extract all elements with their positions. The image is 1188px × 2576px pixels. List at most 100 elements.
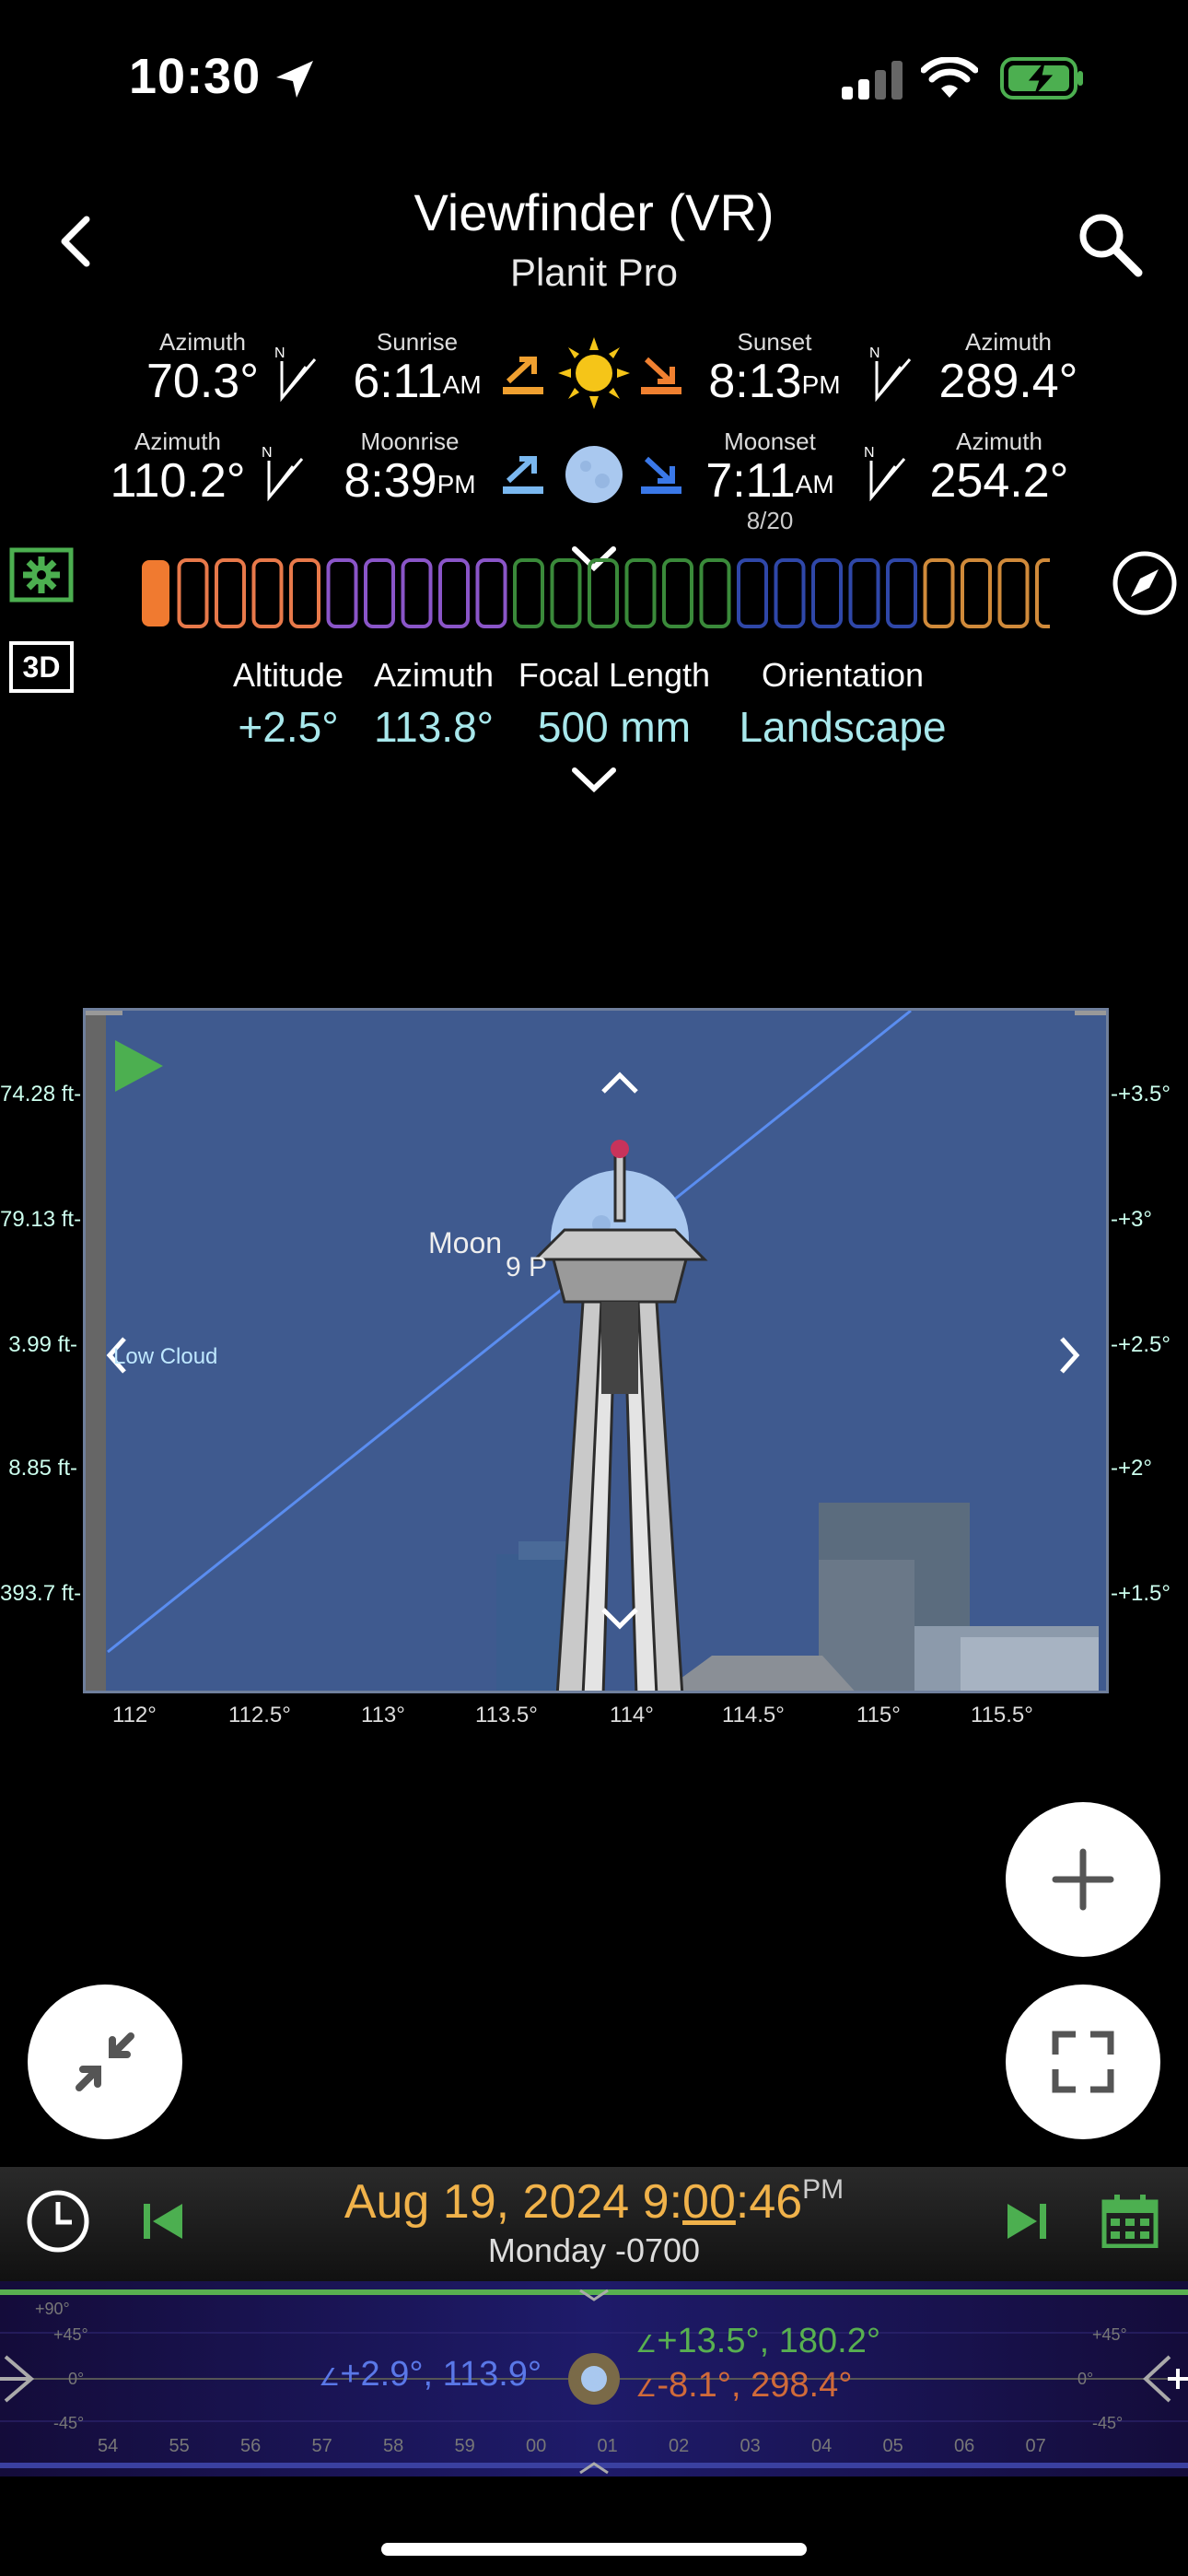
orientation-label: Orientation — [761, 656, 925, 694]
sunset-arrow-icon — [641, 357, 681, 394]
focal-length-value[interactable]: 500 mm — [508, 702, 720, 752]
orientation-value[interactable]: Landscape — [728, 702, 958, 752]
twilight-segment — [215, 558, 246, 628]
moonset: Moonset 7:11AM 8/20 — [696, 427, 844, 534]
twilight-segment — [624, 558, 657, 628]
twilight-segment — [848, 558, 880, 628]
sunset-azimuth: Azimuth 289.4° — [930, 328, 1087, 407]
twilight-segment — [251, 558, 284, 628]
sun-position: ∠+2.9°, 113.9° — [319, 2355, 542, 2394]
play-icon[interactable] — [115, 1040, 163, 1092]
x-tick-2: 113° — [361, 1703, 405, 1727]
moon-position: ∠+13.5°, 180.2° — [635, 2322, 881, 2360]
settings-gear-icon[interactable] — [9, 547, 74, 603]
sunrise-azimuth: Azimuth 70.3° — [138, 328, 267, 407]
3d-view-button[interactable]: 3D — [9, 641, 74, 693]
svg-text:N: N — [274, 345, 285, 361]
twilight-segment — [737, 558, 768, 628]
focal-length-label: Focal Length — [518, 656, 711, 694]
left-tick-0: 74.28 ft- — [0, 1082, 82, 1107]
twilight-segment — [401, 558, 433, 628]
orientation-param[interactable]: Orientation Landscape — [728, 656, 958, 752]
left-tick-4: 393.7 ft- — [0, 1581, 82, 1606]
right-tick-0: -+3.5° — [1111, 1082, 1171, 1107]
hour-tick: 06 — [954, 2436, 975, 2456]
up-chevron-icon[interactable] — [601, 1071, 638, 1094]
moonrise-label: Moonrise — [360, 427, 460, 455]
svg-text:N: N — [262, 445, 273, 461]
down-chevron-icon[interactable] — [601, 1608, 638, 1630]
twilight-segment — [142, 560, 169, 626]
right-chevron-icon[interactable] — [1060, 1337, 1080, 1374]
moonset-arrow-icon — [641, 456, 681, 494]
twilight-segment — [588, 558, 619, 628]
sunset-azimuth-label: Azimuth — [965, 328, 1052, 356]
sunset-azimuth-value: 289.4° — [938, 355, 1078, 408]
moonrise: Moonrise 8:39PM — [332, 427, 488, 507]
calendar-icon[interactable] — [1101, 2195, 1159, 2248]
hour-tick: 01 — [597, 2436, 618, 2456]
hour-tick: 57 — [311, 2436, 332, 2456]
north-direction-icon: N — [864, 445, 906, 501]
azimuth-label: Azimuth — [373, 656, 495, 694]
svg-text:N: N — [864, 445, 875, 461]
collapse-button[interactable] — [28, 1985, 182, 2139]
left-scale-1: +45° — [53, 2325, 88, 2344]
home-indicator[interactable] — [381, 2543, 807, 2556]
wifi-icon — [921, 57, 978, 98]
skip-forward-icon[interactable] — [1004, 2198, 1050, 2244]
minutes-text[interactable]: 00 — [682, 2175, 736, 2229]
right-scale-1: 0° — [1077, 2370, 1094, 2388]
cloud-label: Low Cloud — [113, 1344, 218, 1369]
left-scale-0: +90° — [35, 2300, 70, 2318]
altitude-label: Altitude — [232, 656, 344, 694]
left-scale-2: 0° — [68, 2370, 85, 2388]
azimuth-param: Azimuth 113.8° — [365, 656, 503, 752]
x-tick-1: 112.5° — [228, 1703, 291, 1727]
fullscreen-icon — [1052, 2031, 1114, 2093]
focal-length-param[interactable]: Focal Length 500 mm — [508, 656, 720, 752]
sun-position-value: +2.9°, 113.9° — [340, 2355, 542, 2394]
moonrise-azimuth-value: 110.2° — [110, 454, 246, 508]
left-tick-3: 8.85 ft- — [8, 1456, 77, 1481]
moonset-time: 7:11 — [705, 454, 796, 508]
battery-charging-icon — [1000, 57, 1083, 100]
x-tick-7: 115.5° — [971, 1703, 1033, 1727]
twilight-segment — [438, 558, 470, 628]
moonrise-azimuth: Azimuth 110.2° — [109, 427, 247, 507]
azimuth-value: 113.8° — [373, 703, 495, 751]
twilight-segment — [662, 558, 693, 628]
moonset-label: Moonset — [724, 427, 816, 455]
hour-tick: 03 — [740, 2436, 761, 2456]
page-title: Viewfinder (VR) — [413, 183, 775, 241]
sunset-label: Sunset — [737, 328, 812, 356]
twilight-segment — [513, 558, 544, 628]
twilight-segment — [177, 558, 209, 628]
hour-tick: 05 — [882, 2436, 903, 2456]
twilight-segment — [326, 558, 358, 628]
add-button[interactable] — [1006, 1802, 1160, 1957]
params-expand-chevron-icon[interactable] — [571, 767, 617, 794]
fullscreen-button[interactable] — [1006, 1985, 1160, 2139]
moonset-azimuth-label: Azimuth — [956, 427, 1042, 455]
sunrise-azimuth-label: Azimuth — [159, 328, 246, 356]
hour-tick: 54 — [98, 2436, 119, 2456]
twilight-timeline[interactable] — [138, 555, 1050, 632]
moon-icon — [565, 446, 623, 503]
north-direction-icon: N — [262, 445, 304, 501]
svg-text:N: N — [869, 345, 880, 361]
search-icon[interactable] — [1076, 210, 1146, 280]
timeline-scrubber[interactable]: ∠+2.9°, 113.9° ∠+13.5°, 180.2° ∠-8.1°, 2… — [0, 2281, 1188, 2476]
left-tick-1: 79.13 ft- — [0, 1207, 82, 1232]
twilight-segment — [289, 558, 320, 628]
viewfinder-scene — [86, 1011, 1106, 1691]
viewfinder-frame[interactable]: Moon 9 P Low Cloud — [83, 1008, 1109, 1693]
left-scale-3: -45° — [53, 2414, 85, 2432]
twilight-segment — [699, 558, 731, 628]
right-tick-1: -+3° — [1111, 1207, 1152, 1232]
date-text: Aug 19, 2024 9: — [344, 2175, 683, 2229]
x-tick-3: 113.5° — [475, 1703, 538, 1727]
hour-tick: 55 — [169, 2436, 190, 2456]
compass-icon[interactable] — [1111, 549, 1179, 617]
twilight-segment — [961, 558, 992, 628]
